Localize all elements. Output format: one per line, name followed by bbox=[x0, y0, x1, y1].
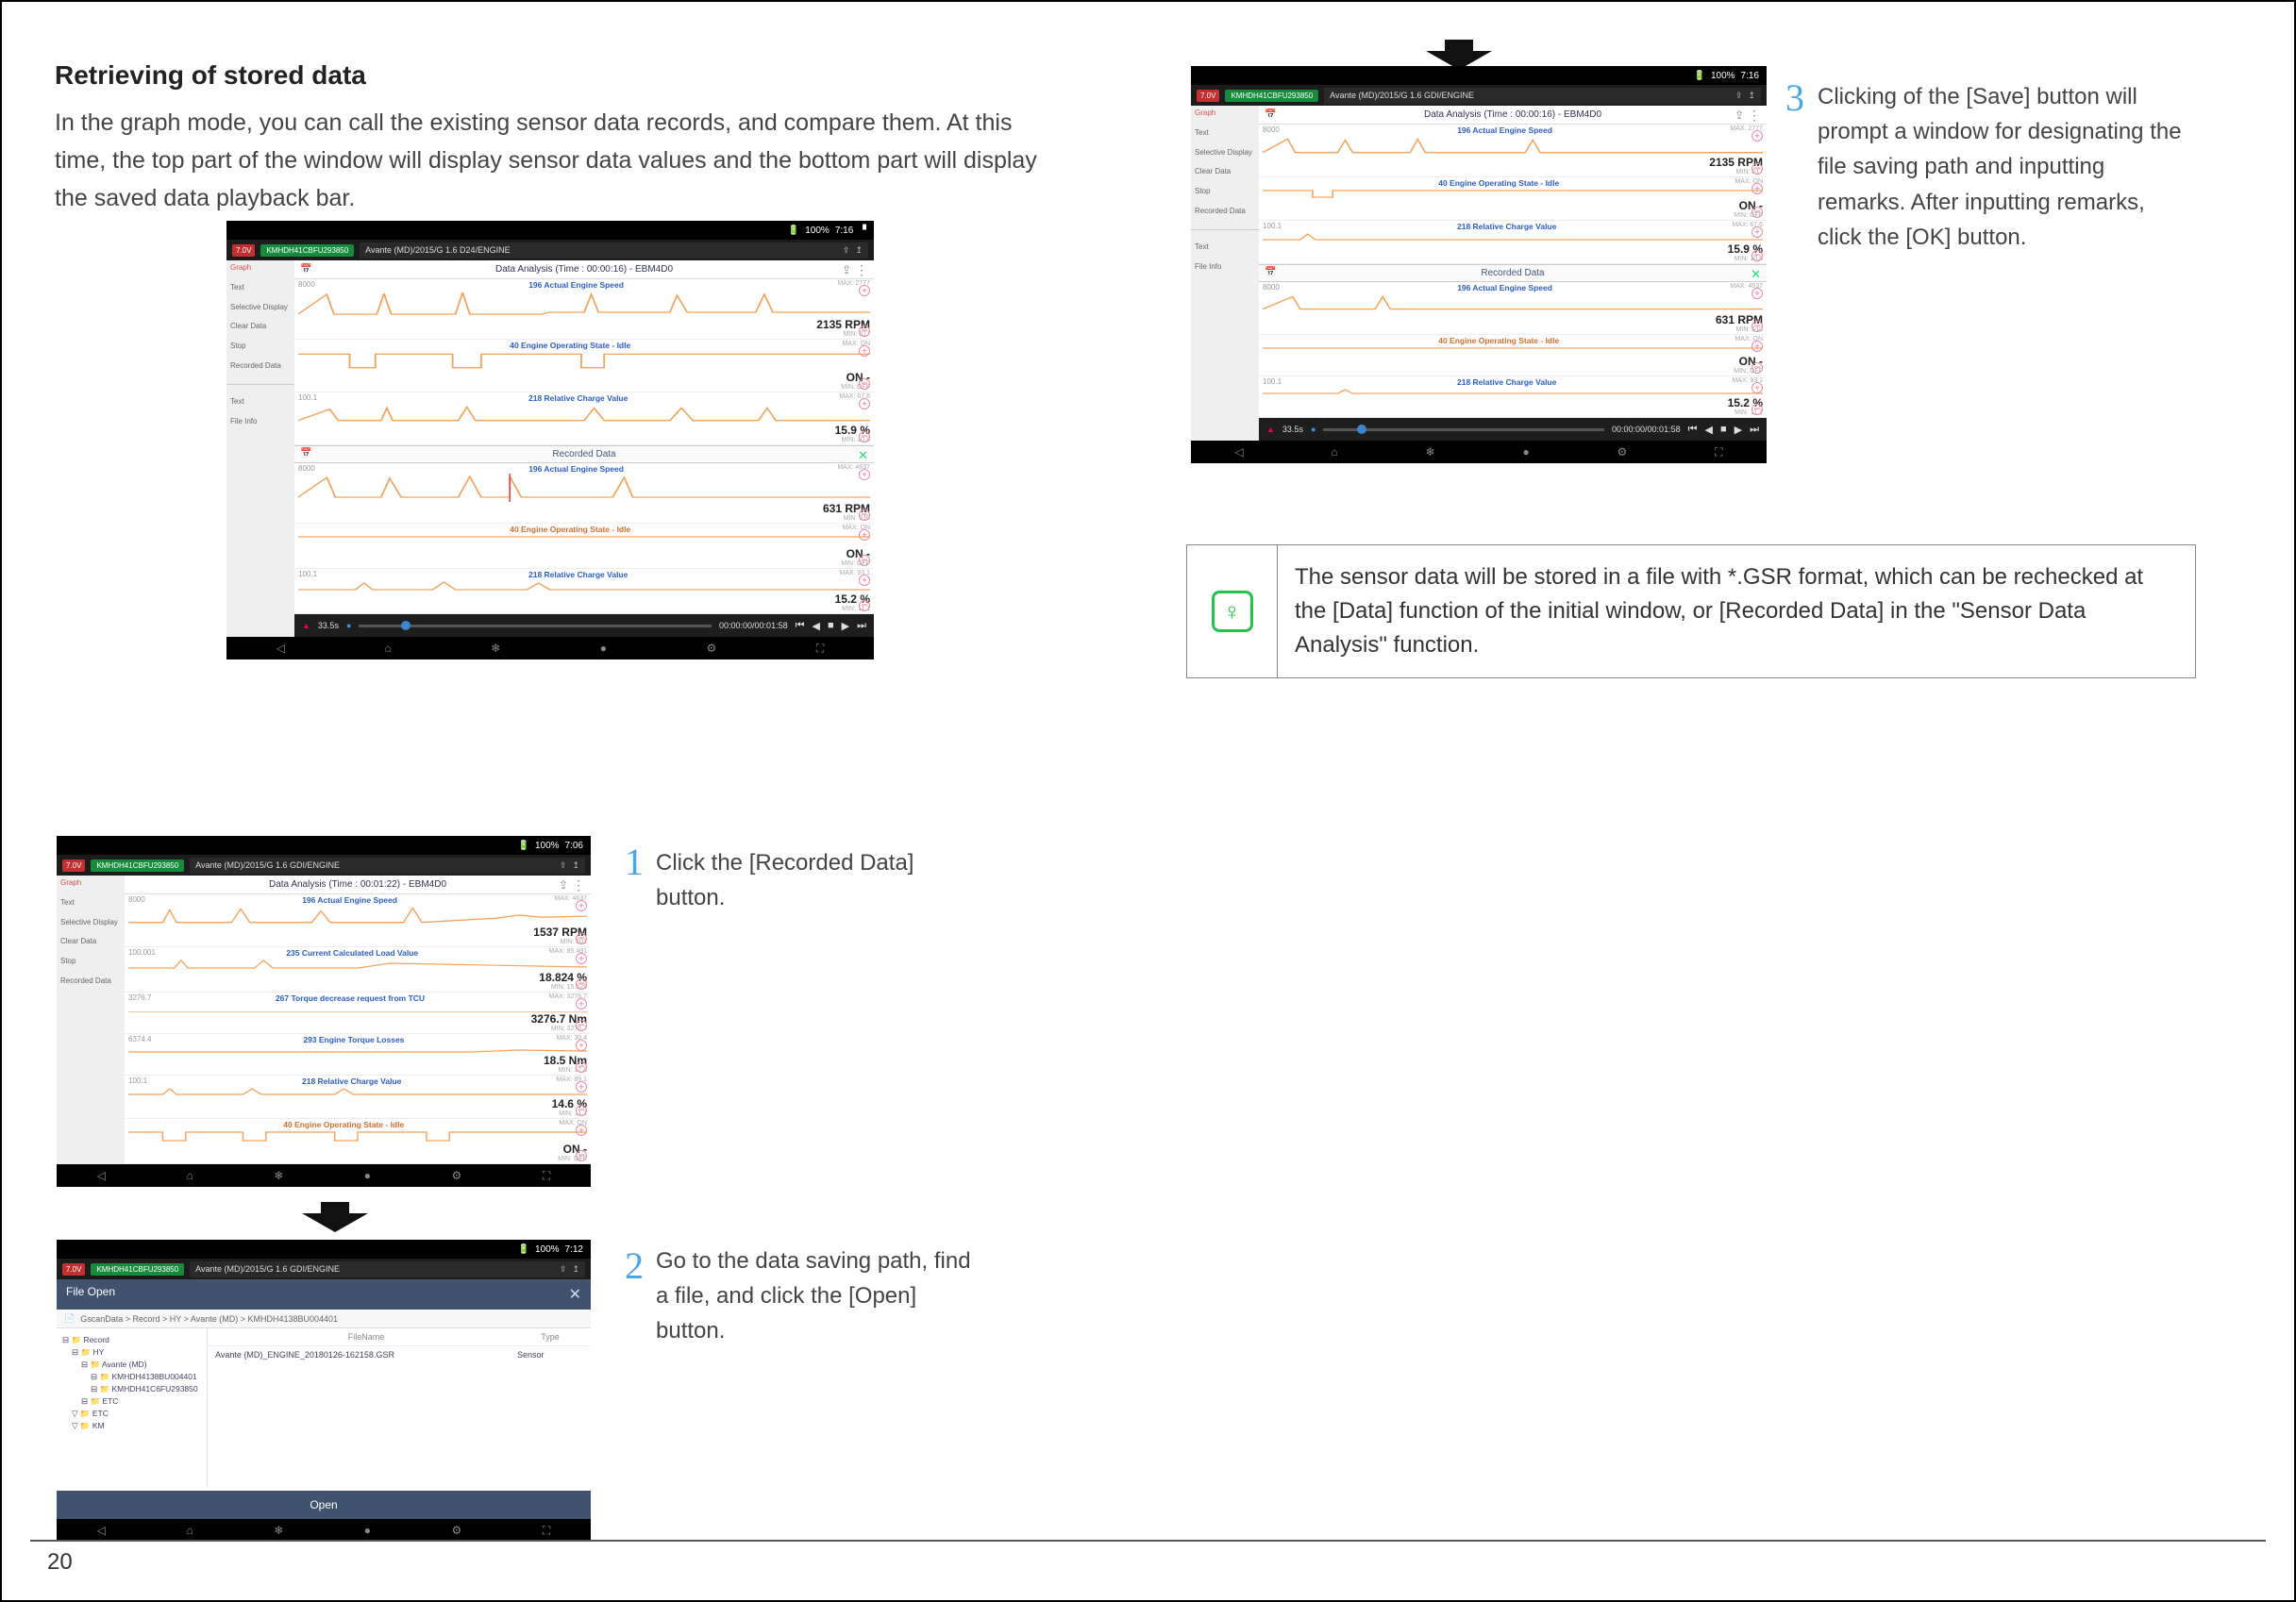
fastfwd-icon[interactable]: ⏭ bbox=[857, 620, 866, 632]
tip-text: The sensor data will be stored in a file… bbox=[1278, 545, 2195, 677]
gear-icon[interactable]: ⚙ bbox=[707, 642, 717, 655]
sidebar-graph[interactable]: Graph bbox=[230, 264, 291, 273]
figure-file-open: 🔋100%7:12 7.0VKMHDH41CBFU293850Avante (M… bbox=[57, 1240, 591, 1542]
close-icon[interactable]: ✕ bbox=[858, 448, 868, 463]
flag-b-icon[interactable]: ● bbox=[346, 621, 351, 630]
play-total: 00:00:00/00:01:58 bbox=[719, 621, 788, 630]
col-filename: FileName bbox=[215, 1332, 517, 1342]
arrow-down-icon bbox=[302, 1202, 368, 1237]
footer-rule bbox=[30, 1540, 2266, 1542]
page-number: 20 bbox=[47, 1549, 73, 1576]
share-icon[interactable]: ⇪ bbox=[842, 263, 851, 276]
step-3-number: 3 bbox=[1785, 75, 1804, 120]
data-analysis-header: 📅 Data Analysis (Time : 00:00:16) - EBM4… bbox=[294, 260, 874, 279]
flag-a-icon[interactable]: ▲ bbox=[302, 621, 310, 630]
sidebar-text[interactable]: Text bbox=[230, 284, 291, 292]
step-3-text: Clicking of the [Save] button will promp… bbox=[1818, 79, 2186, 255]
sidebar-stop[interactable]: Stop bbox=[230, 342, 291, 351]
dot-icon[interactable]: ● bbox=[600, 642, 607, 655]
step-1-text: Click the [Recorded Data] button. bbox=[656, 845, 986, 915]
battery-pct: 100% bbox=[805, 225, 830, 236]
voltage-indicator: 7.0V bbox=[232, 244, 255, 257]
sensor-row: 8000196 Actual Engine SpeedMAX: 4637 631… bbox=[294, 463, 874, 524]
calendar-icon[interactable]: 📅 bbox=[300, 448, 311, 459]
open-button[interactable]: Open bbox=[57, 1491, 591, 1519]
sensor-row: 100.1218 Relative Charge ValueMAX: 67.6 … bbox=[294, 392, 874, 445]
figure-recorded-data-button: 🔋100%7:06 7.0VKMHDH41CBFU293850Avante (M… bbox=[57, 836, 591, 1187]
step-2-text: Go to the data saving path, find a file,… bbox=[656, 1243, 986, 1349]
up-icon[interactable]: ↥ bbox=[855, 245, 863, 255]
zoom-out-icon[interactable]: − bbox=[859, 325, 870, 337]
sidebar-selective[interactable]: Selective Display bbox=[230, 304, 291, 312]
file-row[interactable]: Avante (MD)_ENGINE_20180126-162158.GSRSe… bbox=[208, 1346, 591, 1363]
col-type: Type bbox=[517, 1332, 583, 1342]
android-statusbar: 🔋 100% 7:16 ▝ bbox=[226, 221, 874, 240]
file-open-title: File Open✕ bbox=[57, 1279, 591, 1310]
stop-icon[interactable]: ■ bbox=[828, 620, 834, 631]
sidebar-recorded[interactable]: Recorded Data bbox=[230, 362, 291, 371]
signal-icon: ▝ bbox=[859, 225, 866, 236]
sensor-row: 8000196 Actual Engine SpeedMAX: 2777 213… bbox=[294, 279, 874, 340]
sidebar-clear[interactable]: Clear Data bbox=[230, 323, 291, 331]
back-icon[interactable]: ◁ bbox=[277, 642, 285, 655]
seek-slider[interactable] bbox=[359, 625, 712, 627]
expand-icon[interactable]: ⛶ bbox=[816, 642, 824, 656]
tip-box: ♀ The sensor data will be stored in a fi… bbox=[1186, 544, 2196, 678]
recorded-data-header: 📅 Recorded Data ✕ bbox=[294, 445, 874, 463]
file-list: FileNameType Avante (MD)_ENGINE_20180126… bbox=[208, 1328, 591, 1487]
left-sidebar: Graph Text Selective Display Clear Data … bbox=[226, 260, 294, 637]
tip-icon-cell: ♀ bbox=[1187, 545, 1278, 677]
file-open-breadcrumb: 📄GscanData > Record > HY > Avante (MD) >… bbox=[57, 1310, 591, 1328]
menu-dots-icon[interactable]: ⋮ bbox=[855, 262, 868, 278]
clock: 7:16 bbox=[835, 225, 853, 236]
calendar-icon[interactable]: 📅 bbox=[300, 264, 311, 275]
folder-icon: 📄 bbox=[64, 1313, 75, 1324]
battery-icon: 🔋 bbox=[788, 225, 799, 236]
step-2-number: 2 bbox=[625, 1243, 644, 1288]
sidebar-fileinfo[interactable]: File Info bbox=[230, 418, 291, 426]
vehicle-breadcrumb: Avante (MD)/2015/G 1.6 D24/ENGINE ⇪↥ bbox=[360, 242, 868, 259]
zoom-in-icon[interactable]: + bbox=[859, 285, 870, 296]
close-icon[interactable]: ✕ bbox=[569, 1285, 581, 1304]
prev-icon[interactable]: ◀ bbox=[813, 620, 820, 632]
rewind-icon[interactable]: ⏮ bbox=[796, 620, 805, 632]
sensor-row: 40 Engine Operating State - IdleMAX: ON … bbox=[294, 524, 874, 569]
play-position: 33.5s bbox=[318, 621, 339, 630]
step-1-number: 1 bbox=[625, 840, 644, 884]
folder-tree[interactable]: ⊟ 📁 Record ⊟ 📁 HY ⊟ 📁 Avante (MD) ⊟ 📁 KM… bbox=[57, 1328, 208, 1487]
sensor-row: 100.1218 Relative Charge ValueMAX: 93.1 … bbox=[294, 569, 874, 614]
play-icon[interactable]: ▶ bbox=[842, 620, 849, 632]
sidebar-text2[interactable]: Text bbox=[230, 398, 291, 407]
lightbulb-icon: ♀ bbox=[1212, 591, 1253, 632]
share-icon[interactable]: ⇪ bbox=[843, 245, 850, 255]
android-navbar: ◁ ⌂ ❄ ● ⚙ ⛶ bbox=[226, 637, 874, 659]
intro-paragraph: In the graph mode, you can call the exis… bbox=[55, 104, 1064, 217]
playback-bar[interactable]: ▲ 33.5s ● 00:00:00/00:01:58 ⏮ ◀ ■ ▶ ⏭ bbox=[294, 614, 874, 637]
sensor-row: 40 Engine Operating State - IdleMAX: ON … bbox=[294, 340, 874, 392]
home-icon[interactable]: ⌂ bbox=[384, 642, 391, 655]
snow-icon[interactable]: ❄ bbox=[491, 642, 500, 655]
section-title: Retrieving of stored data bbox=[55, 60, 366, 91]
vin-pill[interactable]: KMHDH41CBFU293850 bbox=[260, 244, 354, 257]
figure-save-prompt: 🔋100%7:16 7.0V KMHDH41CBFU293850 Avante … bbox=[1191, 66, 1767, 463]
app-topbar: 7.0V KMHDH41CBFU293850 Avante (MD)/2015/… bbox=[226, 240, 874, 260]
figure-data-analysis-with-recorded: 🔋 100% 7:16 ▝ 7.0V KMHDH41CBFU293850 Ava… bbox=[226, 221, 874, 659]
